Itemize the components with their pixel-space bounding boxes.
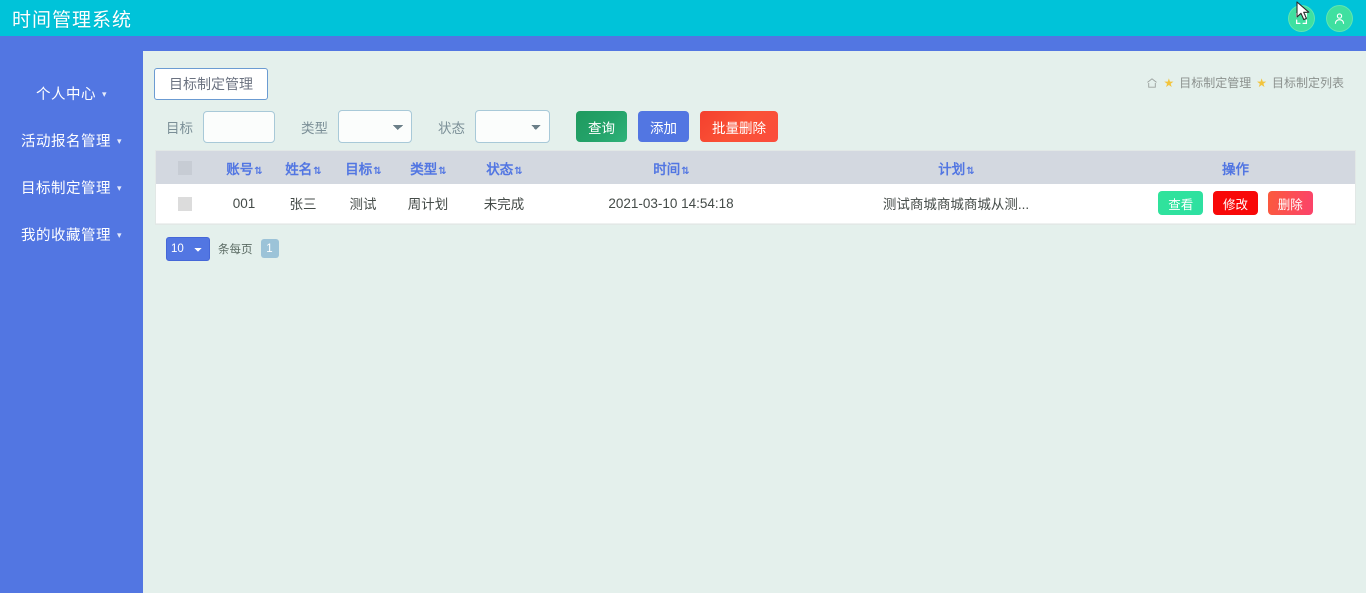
chevron-down-icon: ▾: [101, 89, 108, 99]
sort-icon: ⇅: [681, 165, 689, 177]
chevron-down-icon: ▾: [116, 183, 123, 193]
chevron-down-icon: ▾: [116, 230, 123, 240]
header-accent-strip: [0, 36, 1366, 51]
table-row[interactable]: 001 张三 测试 周计划 未完成 2021-03-10 14:54:18 测试…: [156, 184, 1355, 223]
cell-status: 未完成: [483, 197, 525, 213]
cell-name: 张三: [289, 197, 317, 213]
sidebar-item-label: 我的收藏管理: [20, 228, 111, 244]
target-filter-label: 目标: [166, 120, 193, 136]
tab-goal-management[interactable]: 目标制定管理: [154, 68, 268, 100]
page-size-select[interactable]: 102050100: [166, 236, 210, 261]
sidebar: 个人中心 ▾ 活动报名管理 ▾ 目标制定管理 ▾ 我的收藏管理 ▾: [0, 36, 143, 593]
table-header-row: 账号⇅ 姓名⇅ 目标⇅ 类型⇅ 状态⇅ 时间⇅ 计划⇅ 操作: [156, 151, 1355, 184]
column-target[interactable]: 目标⇅: [332, 151, 394, 184]
chevron-down-icon: ▾: [116, 136, 123, 146]
column-actions: 操作: [1116, 151, 1355, 184]
sort-icon: ⇅: [438, 165, 446, 177]
cell-target: 测试: [349, 197, 377, 213]
query-button[interactable]: 查询: [576, 111, 627, 142]
filter-bar: 目标 类型 周计划月计划年计划 状态 未完成已完成 查询 添加 批量删除: [154, 103, 1356, 150]
cell-actions: 查看 修改 删除: [1116, 184, 1355, 223]
row-select-cell: [156, 184, 214, 223]
column-plan[interactable]: 计划⇅: [796, 151, 1116, 184]
type-select[interactable]: 周计划月计划年计划: [338, 110, 412, 143]
row-checkbox[interactable]: [178, 196, 192, 211]
home-icon[interactable]: [1146, 77, 1158, 89]
column-label: 状态: [486, 161, 514, 177]
column-label: 时间: [653, 161, 681, 177]
select-all-checkbox[interactable]: [178, 161, 192, 176]
app-header: 时间管理系统: [0, 0, 1366, 36]
column-status[interactable]: 状态⇅: [462, 151, 546, 184]
cell-account: 001: [232, 195, 256, 211]
sidebar-item-label: 活动报名管理: [20, 134, 111, 150]
sidebar-item-label: 目标制定管理: [20, 181, 111, 197]
star-icon: ★: [1163, 75, 1175, 90]
column-account[interactable]: 账号⇅: [214, 151, 274, 184]
cell-plan: 测试商城商城商城从测...: [882, 197, 1030, 213]
edit-button[interactable]: 修改: [1212, 191, 1258, 216]
sidebar-item-label: 个人中心: [35, 87, 96, 103]
column-label: 账号: [226, 161, 254, 177]
sidebar-item-my-favorites[interactable]: 我的收藏管理 ▾: [0, 211, 143, 258]
app-title: 时间管理系统: [12, 9, 133, 31]
sort-icon: ⇅: [966, 165, 974, 177]
user-icon[interactable]: [1326, 4, 1353, 32]
batch-delete-button[interactable]: 批量删除: [700, 111, 778, 142]
column-name[interactable]: 姓名⇅: [274, 151, 332, 184]
sort-icon: ⇅: [373, 165, 381, 177]
breadcrumb-item-goal-list[interactable]: 目标制定列表: [1272, 74, 1344, 91]
pagination: 102050100 条每页 1: [166, 236, 1356, 261]
status-select[interactable]: 未完成已完成: [475, 110, 550, 143]
main-content: 目标制定管理 ★ 目标制定管理 ★ 目标制定列表 目标 类型 周计划月计划年计划…: [143, 51, 1366, 593]
page-button-1[interactable]: 1: [260, 239, 279, 258]
cell-type: 周计划: [407, 197, 449, 213]
column-type[interactable]: 类型⇅: [394, 151, 462, 184]
target-input[interactable]: [203, 110, 275, 143]
per-page-label: 条每页: [218, 243, 253, 256]
status-filter-label: 状态: [438, 120, 465, 136]
cell-time: 2021-03-10 14:54:18: [608, 195, 734, 211]
sort-icon: ⇅: [514, 165, 522, 177]
breadcrumb: ★ 目标制定管理 ★ 目标制定列表: [1146, 74, 1344, 91]
column-time[interactable]: 时间⇅: [546, 151, 796, 184]
column-label: 姓名: [285, 161, 313, 177]
page-toolbar: 目标制定管理 ★ 目标制定管理 ★ 目标制定列表: [154, 61, 1356, 103]
sort-icon: ⇅: [254, 165, 262, 177]
sidebar-item-activity-registration[interactable]: 活动报名管理 ▾: [0, 117, 143, 164]
sort-icon: ⇅: [313, 165, 321, 177]
column-label: 计划: [938, 161, 966, 177]
goal-table: 账号⇅ 姓名⇅ 目标⇅ 类型⇅ 状态⇅ 时间⇅ 计划⇅ 操作 001 张三 测试…: [155, 150, 1356, 225]
star-icon: ★: [1256, 75, 1267, 90]
tab-label: 目标制定管理: [169, 76, 253, 92]
type-filter-label: 类型: [301, 120, 328, 136]
sidebar-item-goal-management[interactable]: 目标制定管理 ▾: [0, 164, 143, 211]
column-label: 类型: [410, 161, 438, 177]
sidebar-item-personal-center[interactable]: 个人中心 ▾: [0, 70, 143, 117]
header-actions: [1288, 4, 1353, 32]
fullscreen-icon[interactable]: [1288, 4, 1315, 32]
column-select-all: [156, 151, 214, 184]
breadcrumb-item-goal-management[interactable]: 目标制定管理: [1179, 74, 1251, 91]
column-label: 目标: [345, 161, 373, 177]
column-label: 操作: [1222, 161, 1249, 177]
view-button[interactable]: 查看: [1158, 191, 1204, 216]
delete-button[interactable]: 删除: [1267, 191, 1313, 216]
add-button[interactable]: 添加: [638, 111, 689, 142]
